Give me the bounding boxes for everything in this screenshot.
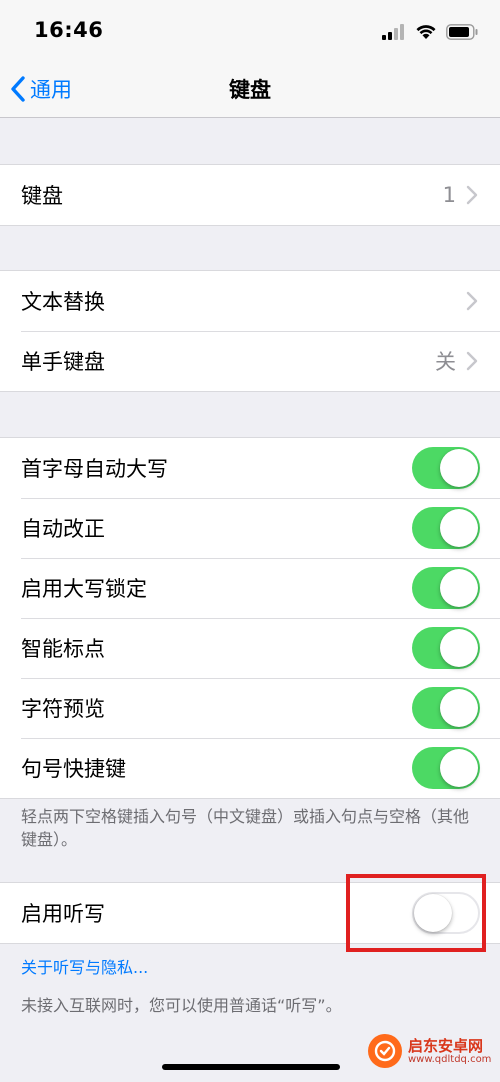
watermark-logo-icon xyxy=(368,1034,402,1068)
period-shortcut-toggle[interactable] xyxy=(412,747,480,789)
keyboards-group: 键盘 1 xyxy=(0,164,500,226)
text-options-group: 文本替换 单手键盘 关 xyxy=(0,270,500,392)
watermark-url: www.qdltdq.com xyxy=(408,1053,492,1065)
toggle-knob xyxy=(440,689,478,727)
navigation-bar: 通用 键盘 xyxy=(0,60,500,118)
auto-correction-label: 自动改正 xyxy=(21,517,105,541)
auto-capitalization-row: 首字母自动大写 xyxy=(0,438,500,498)
caps-lock-label: 启用大写锁定 xyxy=(21,577,147,601)
keyboards-count: 1 xyxy=(442,183,456,207)
period-shortcut-label: 句号快捷键 xyxy=(21,757,126,781)
toggle-knob xyxy=(440,569,478,607)
text-replacement-label: 文本替换 xyxy=(21,290,105,314)
auto-capitalization-toggle[interactable] xyxy=(412,447,480,489)
auto-correction-toggle[interactable] xyxy=(412,507,480,549)
keyboards-row[interactable]: 键盘 1 xyxy=(0,165,500,225)
smart-punctuation-label: 智能标点 xyxy=(21,637,105,661)
status-bar: 16:46 xyxy=(0,0,500,60)
watermark-badge-icon xyxy=(374,1040,396,1062)
smart-punctuation-row: 智能标点 xyxy=(0,618,500,678)
period-shortcut-row: 句号快捷键 xyxy=(0,738,500,798)
toggle-knob xyxy=(440,629,478,667)
text-replacement-row[interactable]: 文本替换 xyxy=(0,271,500,331)
dictation-footnote: 未接入互联网时，您可以使用普通话“听写”。 xyxy=(21,996,342,1015)
chevron-right-icon xyxy=(466,351,478,371)
auto-correction-row: 自动改正 xyxy=(0,498,500,558)
chevron-right-icon xyxy=(466,185,478,205)
period-shortcut-footnote: 轻点两下空格键插入句号（中文键盘）或插入句点与空格（其他键盘）。 xyxy=(21,807,470,849)
toggle-knob xyxy=(440,449,478,487)
watermark: 启东安卓网 www.qdltdq.com xyxy=(368,1034,491,1068)
caps-lock-row: 启用大写锁定 xyxy=(0,558,500,618)
toggle-knob xyxy=(440,509,478,547)
chevron-right-icon xyxy=(466,291,478,311)
battery-icon xyxy=(446,24,478,40)
cellular-signal-icon xyxy=(382,24,404,40)
caps-lock-toggle[interactable] xyxy=(412,567,480,609)
keyboard-toggles-group: 首字母自动大写 自动改正 启用大写锁定 智能标点 字符预览 句号快捷键 xyxy=(0,437,500,799)
watermark-name: 启东安卓网 xyxy=(408,1036,484,1055)
one-handed-keyboard-row[interactable]: 单手键盘 关 xyxy=(0,331,500,391)
dictation-privacy-link[interactable]: 关于听写与隐私... xyxy=(21,954,148,978)
status-time: 16:46 xyxy=(34,18,104,42)
wifi-icon xyxy=(416,25,436,39)
toggle-knob xyxy=(440,749,478,787)
character-preview-toggle[interactable] xyxy=(412,687,480,729)
one-handed-keyboard-label: 单手键盘 xyxy=(21,350,105,374)
smart-punctuation-toggle[interactable] xyxy=(412,627,480,669)
one-handed-keyboard-value: 关 xyxy=(435,350,456,374)
page-title: 键盘 xyxy=(229,78,271,102)
auto-capitalization-label: 首字母自动大写 xyxy=(21,457,168,481)
status-icons xyxy=(382,22,478,42)
keyboards-label: 键盘 xyxy=(21,184,63,208)
annotation-highlight-box xyxy=(346,874,486,952)
home-indicator[interactable] xyxy=(162,1064,340,1070)
character-preview-row: 字符预览 xyxy=(0,678,500,738)
character-preview-label: 字符预览 xyxy=(21,697,105,721)
